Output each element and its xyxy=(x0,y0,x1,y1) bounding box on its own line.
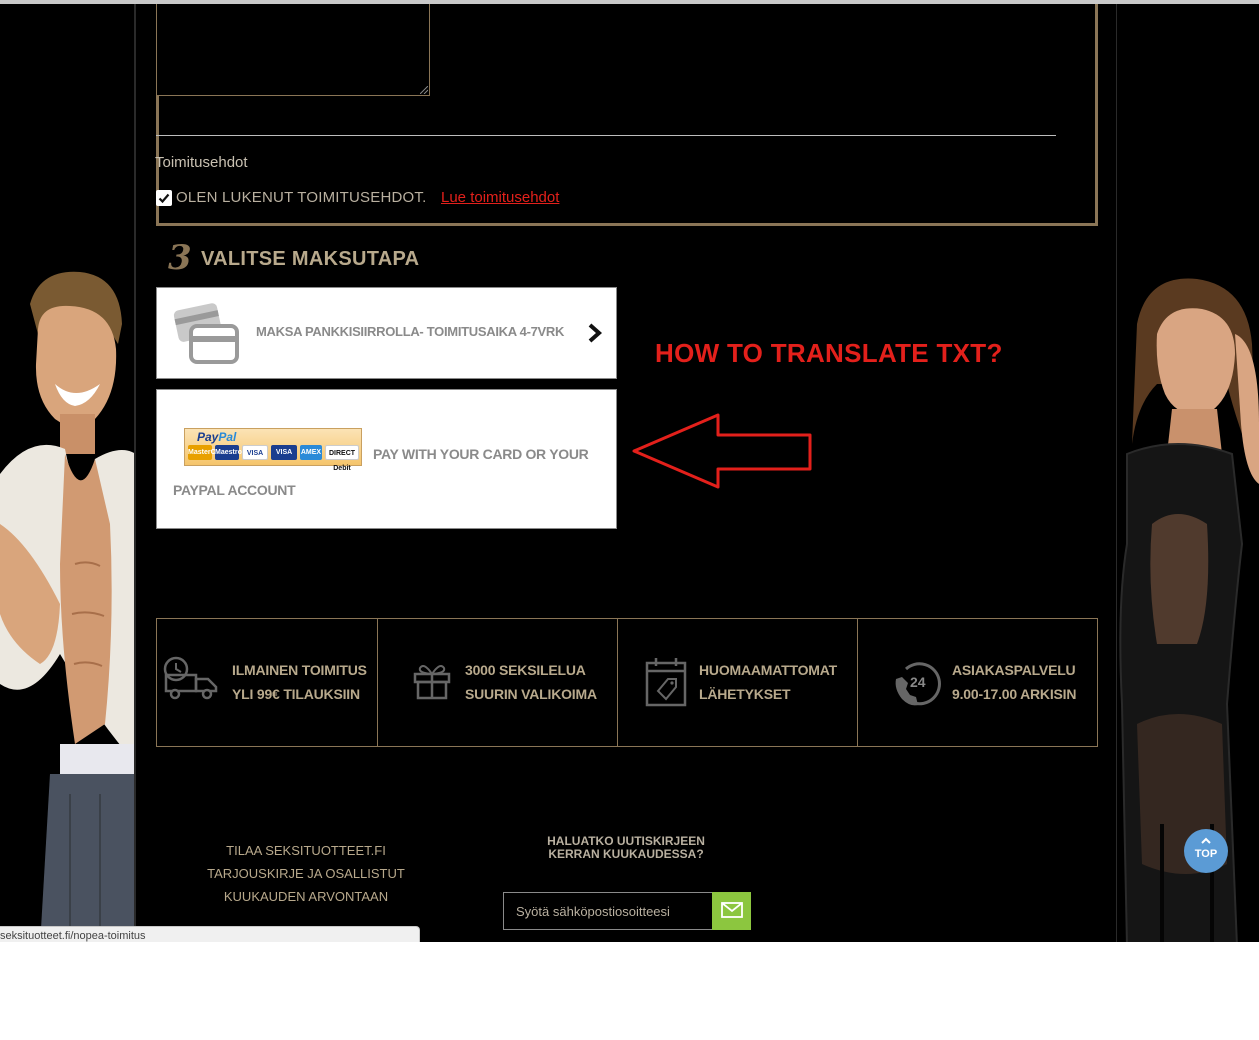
order-comment-textarea[interactable] xyxy=(156,4,430,96)
left-model-illustration xyxy=(0,4,136,942)
resize-grip-icon[interactable] xyxy=(420,86,428,94)
bank-transfer-label: MAKSA PANKKISIIRROLLA- TOIMITUSAIKA 4-7V… xyxy=(256,324,565,339)
delivery-truck-icon xyxy=(163,656,218,700)
section-divider xyxy=(156,135,1056,136)
read-terms-link[interactable]: Lue toimitusehdot xyxy=(441,189,559,206)
feature-free-shipping: ILMAINEN TOIMITUS YLI 99€ TILAUKSIIN xyxy=(157,619,378,746)
feature-customer-service: 24 ASIAKASPALVELU 9.00-17.00 ARKISIN xyxy=(858,619,1097,746)
checkout-main-column: Toimitusehdot OLEN LUKENUT TOIMITUSEHDOT… xyxy=(136,4,1117,942)
payment-option-paypal[interactable]: PayPal MasterCard Maestro VISA VISA AMEX… xyxy=(156,389,617,529)
feature-text: HUOMAAMATTOMAT LÄHETYKSET xyxy=(699,662,837,702)
payment-section-title: VALITSE MAKSUTAPA xyxy=(201,248,420,270)
scroll-to-top-button[interactable]: TOP xyxy=(1184,829,1228,873)
top-button-label: TOP xyxy=(1194,848,1218,860)
paypal-label: PAY WITH YOUR CARD OR YOUR PAYPAL ACCOUN… xyxy=(173,446,589,498)
chevron-up-icon xyxy=(1201,837,1211,844)
envelope-icon xyxy=(720,901,743,918)
feature-text: ASIAKASPALVELU 9.00-17.00 ARKISIN xyxy=(952,662,1077,702)
gift-icon xyxy=(413,665,451,700)
right-model-illustration xyxy=(1117,4,1259,942)
page-viewport: Toimitusehdot OLEN LUKENUT TOIMITUSEHDOT… xyxy=(0,0,1259,942)
terms-checkbox-label[interactable]: OLEN LUKENUT TOIMITUSEHDOT. xyxy=(176,189,426,206)
chevron-right-icon[interactable] xyxy=(587,322,603,344)
newsletter-question: HALUATKO UUTISKIRJEEN KERRAN KUUKAUDESSA… xyxy=(547,834,705,861)
badge-24: 24 xyxy=(910,674,926,690)
terms-heading: Toimitusehdot xyxy=(155,154,248,171)
newsletter-submit-button[interactable] xyxy=(712,892,751,930)
feature-text: 3000 SEKSILELUA SUURIN VALIKOIMA xyxy=(465,662,597,702)
browser-status-bar: seksituotteet.fi/nopea-toimitus xyxy=(0,926,420,942)
payment-option-bank-transfer[interactable]: MAKSA PANKKISIIRROLLA- TOIMITUSAIKA 4-7V… xyxy=(156,287,617,379)
left-side-banner-image xyxy=(0,4,136,942)
annotation-arrow-icon xyxy=(632,413,812,489)
terms-checkbox[interactable] xyxy=(156,190,172,206)
feature-text: ILMAINEN TOIMITUS YLI 99€ TILAUKSIIN xyxy=(232,662,367,702)
right-side-banner-image xyxy=(1117,4,1259,942)
step-number: 3 xyxy=(168,238,192,278)
annotation-question: HOW TO TRANSLATE TXT? xyxy=(655,338,1003,368)
calendar-tag-icon xyxy=(645,658,687,707)
credit-card-icon xyxy=(173,303,239,364)
newsletter-promo-text: TILAA SEKSITUOTTEET.FI TARJOUSKIRJE JA O… xyxy=(207,843,405,904)
phone-24-icon: 24 xyxy=(895,662,941,706)
feature-discreet: HUOMAAMATTOMAT LÄHETYKSET xyxy=(618,619,858,746)
feature-selection: 3000 SEKSILELUA SUURIN VALIKOIMA xyxy=(378,619,618,746)
checkmark-icon xyxy=(158,193,170,204)
features-bar: ILMAINEN TOIMITUS YLI 99€ TILAUKSIIN 3000… xyxy=(156,618,1098,747)
newsletter-email-input[interactable] xyxy=(503,892,713,930)
